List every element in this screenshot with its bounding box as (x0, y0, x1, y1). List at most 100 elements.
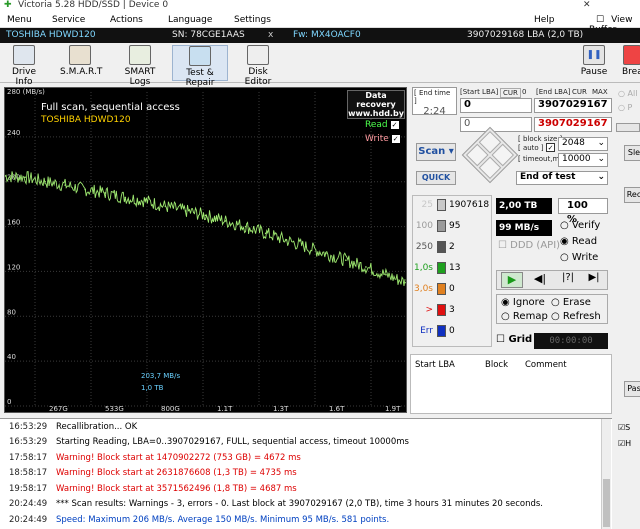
radio-icon: ○ (560, 252, 569, 263)
data-point (345, 259, 347, 262)
smart-logs-icon (129, 45, 151, 65)
col-start-lba[interactable]: Start LBA (415, 360, 485, 370)
smart-logs-button[interactable]: SMART Logs (114, 45, 166, 87)
stat-count: 95 (449, 221, 461, 231)
scanned-size: 2,00 TB (496, 198, 552, 214)
x-tick-label: 1.3T (273, 405, 289, 412)
end-of-test-select[interactable]: End of test ⌄ (516, 171, 608, 185)
all-radio[interactable]: ○ All (618, 89, 637, 98)
sleep-button[interactable]: Sle (624, 145, 640, 161)
end-cur-button[interactable]: CUR (572, 88, 587, 96)
read-radio[interactable]: ◉ Read (560, 236, 597, 247)
write-legend[interactable]: Write ✓ (365, 134, 400, 144)
end-icon[interactable]: ▶| (583, 272, 605, 288)
right-panel: ○ All ○ P Sle Rec Pas ☑S ☑H (612, 83, 640, 529)
end-max-button[interactable]: MAX (592, 88, 608, 96)
menu-item-service[interactable]: Service (45, 12, 103, 27)
remap-radio[interactable]: ○ Remap (501, 311, 548, 322)
refresh-radio[interactable]: ○ Refresh (551, 311, 601, 322)
close-icon[interactable]: ✕ (583, 0, 591, 10)
log-time: 20:24:49 (9, 514, 48, 525)
stat-count: 3 (449, 305, 455, 315)
stat-color-box (437, 325, 446, 337)
auto-checkbox[interactable]: ✓ (546, 143, 555, 152)
smart-button[interactable]: S.M.A.R.T (60, 45, 102, 77)
right-button-1[interactable] (616, 123, 640, 132)
disk-editor-button[interactable]: Disk Editor (234, 45, 282, 87)
p-radio[interactable]: ○ P (618, 103, 632, 112)
menu-item-actions[interactable]: Actions (103, 12, 161, 27)
passport-button[interactable]: Pas (624, 381, 640, 397)
data-point (184, 210, 187, 212)
log-message: *** Scan results: Warnings - 3, errors -… (56, 499, 543, 510)
chevron-down-icon: ⌄ (597, 154, 605, 164)
verify-radio[interactable]: ○ Verify (560, 220, 600, 231)
read-checkbox[interactable]: ✓ (390, 121, 399, 129)
block-size-select[interactable]: 2048 ⌄ (558, 137, 608, 151)
disk-editor-icon (247, 45, 269, 65)
stat-row: 3,0s 0 (413, 280, 491, 301)
test-repair-button[interactable]: Test & Repair (172, 45, 228, 88)
timeout-select[interactable]: 10000 ⌄ (558, 153, 608, 167)
ignore-radio[interactable]: ◉ Ignore (501, 297, 545, 308)
scan-button[interactable]: Scan ▾ (416, 143, 456, 161)
stat-ms: > (425, 305, 433, 315)
log-row: 20:24:49 Speed: Maximum 206 MB/s. Average… (0, 512, 612, 528)
step-back-icon[interactable]: ◀| (529, 272, 551, 288)
ddd-checkbox[interactable]: ☐ DDD (API) (498, 240, 560, 251)
data-point (385, 273, 387, 276)
stat-ms: 1,0s (413, 263, 433, 273)
menu-item-language[interactable]: Language (161, 12, 227, 27)
drive-close-icon[interactable]: x (268, 30, 273, 40)
erase-radio[interactable]: ○ Erase (551, 297, 591, 308)
graph-title: Full scan, sequential access (41, 102, 180, 113)
menu-item-settings[interactable]: Settings (227, 12, 527, 27)
log-message: Recallibration... OK (56, 421, 138, 432)
h-checkbox[interactable]: ☑H (618, 439, 631, 448)
menu-item-help[interactable]: Help (527, 12, 567, 27)
stat-color-box (437, 262, 446, 274)
log-row: 19:58:17 Warning! Block start at 35715624… (0, 481, 612, 497)
menu-bar: Menu Service Actions Language Settings H… (0, 12, 640, 35)
quick-button[interactable]: QUICK (416, 171, 456, 185)
s-checkbox[interactable]: ☑S (618, 423, 630, 432)
grid-checkbox[interactable]: ☐ Grid (496, 334, 532, 345)
graph-canvas: 24020016012080400267G 533G 800G 1.1T 1.3T 1.6… (5, 92, 406, 412)
end-lba-input[interactable]: 3907029167 (534, 98, 612, 113)
log-row: 20:24:49 *** Scan results: Warnings - 3, … (0, 497, 612, 513)
data-recovery-badge[interactable]: Data recovery www.hdd.by (347, 90, 405, 119)
start-cur-button[interactable]: CUR (500, 88, 521, 98)
skip-icon[interactable]: |?| (557, 272, 579, 288)
data-point (204, 214, 207, 217)
x-tick-label: 800G (161, 405, 180, 412)
log-scrollbar-thumb[interactable] (603, 479, 610, 527)
current-end-lba: 3907029167 (534, 117, 612, 132)
log-time: 16:53:29 (9, 437, 48, 448)
drive-info-button[interactable]: Drive Info (4, 45, 44, 87)
write-checkbox[interactable]: ✓ (391, 135, 400, 143)
checkbox-icon: ☐ (496, 334, 505, 345)
access-time-stats: 25 1907618 100 95 250 2 1,0s 13 3,0s 0 >3 Err 0 (412, 195, 492, 347)
test-repair-icon (189, 46, 211, 66)
scan-controls: [ End time ] 2:24 [Start LBA] CUR 0 [End… (412, 87, 612, 200)
data-point (64, 184, 66, 186)
recalibrate-button[interactable]: Rec (624, 187, 640, 203)
app-icon: ✚ (4, 0, 12, 10)
start-lba-input[interactable]: 0 (460, 98, 532, 113)
title-bar: ✚ Victoria 5.28 HDD/SSD | Device 0 ✕ (0, 0, 640, 12)
read-legend[interactable]: Read ✓ (365, 120, 399, 130)
break-button[interactable]: Brea (622, 45, 640, 77)
end-time-value[interactable]: 2:24 (413, 106, 456, 117)
log-scrollbar[interactable] (601, 419, 611, 529)
play-icon[interactable]: ▶ (501, 272, 523, 288)
drive-model[interactable]: TOSHIBA HDWD120 (6, 30, 96, 40)
pause-button[interactable]: ❚❚ Pause (579, 45, 609, 77)
menu-item-menu[interactable]: Menu (0, 12, 45, 27)
col-block[interactable]: Block (485, 360, 525, 370)
col-comment[interactable]: Comment (525, 360, 567, 370)
write-radio[interactable]: ○ Write (560, 252, 598, 263)
data-point (44, 180, 46, 183)
y-tick-label: 120 (7, 263, 20, 271)
navigation-pad[interactable] (461, 126, 519, 184)
end-time-box: [ End time ] 2:24 (412, 87, 457, 117)
